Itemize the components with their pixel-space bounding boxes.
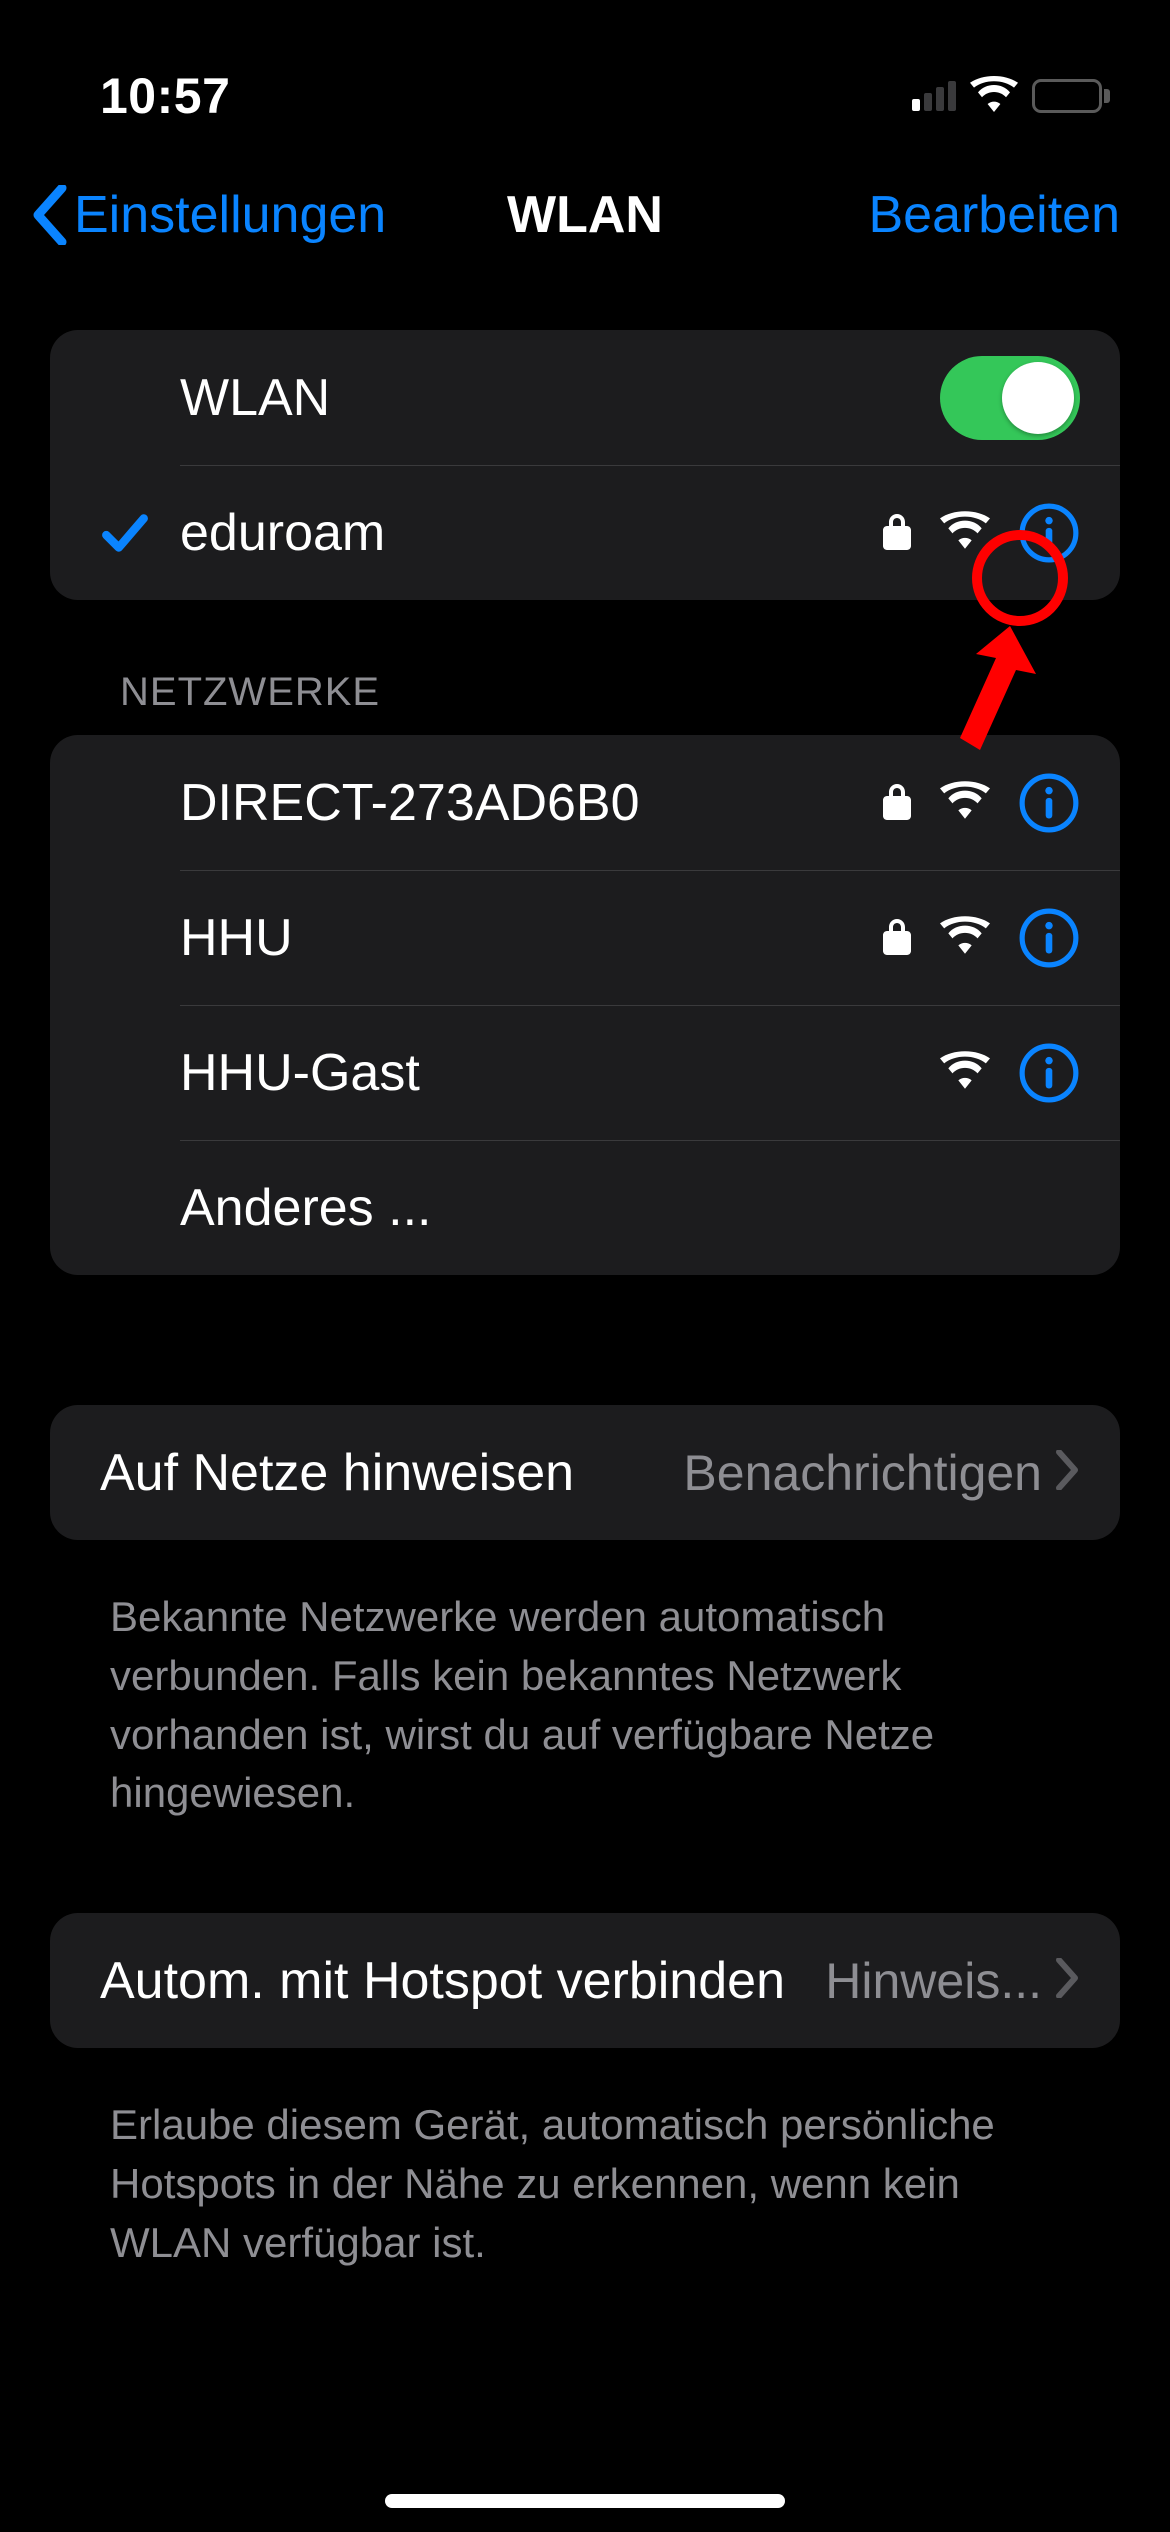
networks-header: Netzwerke [50,670,1120,735]
hotspot-label: Autom. mit Hotspot verbinden [100,1951,785,2011]
network-name: HHU [180,908,882,968]
home-indicator[interactable] [385,2494,785,2508]
chevron-right-icon [1054,1958,1080,2003]
info-button[interactable] [1018,502,1080,564]
other-network-row[interactable]: Anderes ... [50,1140,1120,1275]
networks-group: DIRECT-273AD6B0 HHU [50,735,1120,1275]
lock-icon [882,915,912,960]
lock-icon [882,780,912,825]
wlan-group: WLAN eduroam [50,330,1120,600]
info-button[interactable] [1018,1042,1080,1104]
battery-icon [1032,79,1110,113]
network-name: HHU-Gast [180,1043,940,1103]
ask-footer: Bekannte Netzwerke werden automatisch ve… [50,1564,1120,1823]
other-network-label: Anderes ... [180,1178,1080,1238]
cellular-signal-icon [912,81,956,111]
edit-button[interactable]: Bearbeiten [868,185,1120,245]
wifi-signal-icon [940,916,990,959]
hotspot-footer: Erlaube diesem Gerät, automatisch persön… [50,2072,1120,2272]
back-label: Einstellungen [74,185,386,245]
chevron-right-icon [1054,1450,1080,1495]
ask-value: Benachrichtigen [683,1444,1042,1502]
status-indicators [912,76,1110,117]
ask-label: Auf Netze hinweisen [100,1443,683,1503]
wlan-toggle-row: WLAN [50,330,1120,465]
status-bar: 10:57 [0,0,1170,150]
info-button[interactable] [1018,907,1080,969]
wifi-status-icon [970,76,1018,117]
network-name: DIRECT-273AD6B0 [180,773,882,833]
ask-to-join-row[interactable]: Auf Netze hinweisen Benachrichtigen [50,1405,1120,1540]
wifi-signal-icon [940,781,990,824]
nav-bar: Einstellungen WLAN Bearbeiten [0,150,1170,290]
wifi-signal-icon [940,511,990,554]
status-time: 10:57 [100,67,230,125]
connected-network-name: eduroam [180,503,882,563]
ask-group: Auf Netze hinweisen Benachrichtigen [50,1405,1120,1540]
network-row[interactable]: DIRECT-273AD6B0 [50,735,1120,870]
connected-network-row[interactable]: eduroam [50,465,1120,600]
hotspot-row[interactable]: Autom. mit Hotspot verbinden Hinweis... [50,1913,1120,2048]
back-button[interactable]: Einstellungen [30,185,386,245]
network-row[interactable]: HHU-Gast [50,1005,1120,1140]
hotspot-group: Autom. mit Hotspot verbinden Hinweis... [50,1913,1120,2048]
wlan-toggle-label: WLAN [180,368,940,428]
hotspot-value: Hinweis... [805,1952,1042,2010]
checkmark-icon [100,508,180,558]
wlan-toggle[interactable] [940,356,1080,440]
lock-icon [882,510,912,555]
wifi-signal-icon [940,1051,990,1094]
info-button[interactable] [1018,772,1080,834]
network-row[interactable]: HHU [50,870,1120,1005]
